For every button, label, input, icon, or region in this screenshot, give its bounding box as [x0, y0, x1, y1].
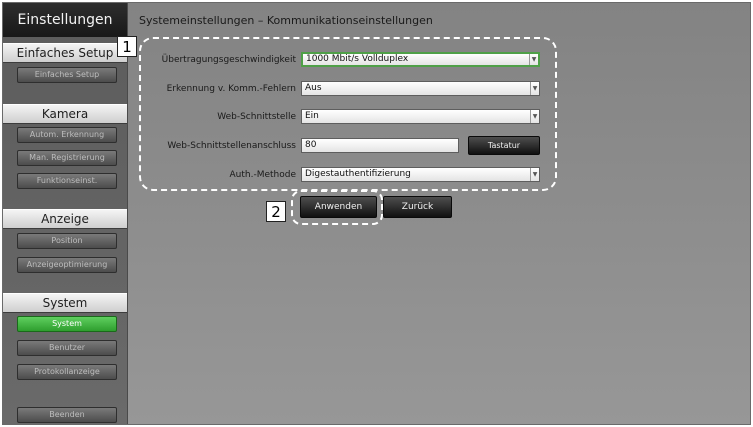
section-header-anzeige: Anzeige: [3, 209, 127, 229]
sidebar-item-protokollanzeige[interactable]: Protokollanzeige: [17, 364, 117, 380]
callout-number-2: 2: [266, 201, 286, 222]
sidebar: Einstellungen Einfaches Setup Einfaches …: [3, 3, 128, 424]
app-title: Einstellungen: [3, 3, 127, 37]
callout-frame-2: [291, 190, 383, 225]
callout-frame-1: [139, 37, 557, 191]
settings-window: Einstellungen Einfaches Setup Einfaches …: [2, 2, 751, 425]
section-header-einfaches-setup: Einfaches Setup: [3, 43, 127, 63]
exit-button[interactable]: Beenden: [17, 407, 117, 423]
sidebar-item-position[interactable]: Position: [17, 233, 117, 249]
callout-number-1: 1: [117, 36, 137, 57]
sidebar-item-funktionseinst[interactable]: Funktionseinst.: [17, 173, 117, 189]
sidebar-item-benutzer[interactable]: Benutzer: [17, 340, 117, 356]
sidebar-item-system[interactable]: System: [17, 316, 117, 332]
back-button[interactable]: Zurück: [383, 196, 452, 218]
sidebar-item-einfaches-setup[interactable]: Einfaches Setup: [17, 67, 117, 83]
section-header-system: System: [3, 293, 127, 313]
sidebar-item-autom-erkennung[interactable]: Autom. Erkennung: [17, 127, 117, 143]
sidebar-item-man-registrierung[interactable]: Man. Registrierung: [17, 150, 117, 166]
sidebar-item-anzeigeoptimierung[interactable]: Anzeigeoptimierung: [17, 257, 117, 273]
page-title: Systemeinstellungen – Kommunikationseins…: [139, 14, 433, 27]
section-header-kamera: Kamera: [3, 104, 127, 124]
